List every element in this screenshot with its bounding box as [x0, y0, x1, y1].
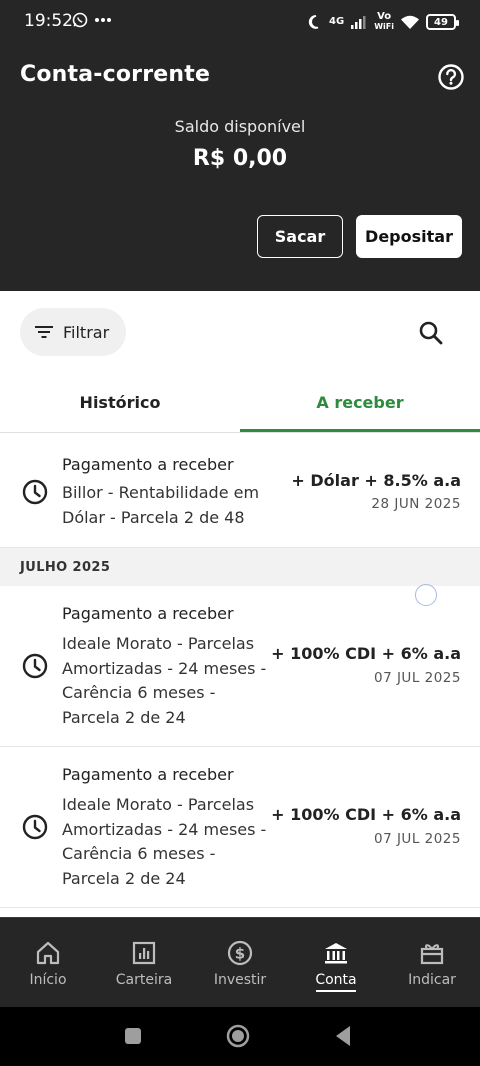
item-date: 28 JUN 2025 [371, 496, 461, 512]
network-type: 4G [329, 16, 345, 27]
clock-icon [22, 653, 48, 679]
item-date: 07 JUL 2025 [373, 670, 461, 686]
item-description: Billor - Rentabilidade em Dólar - Parcel… [62, 483, 260, 527]
chart-icon [132, 941, 156, 965]
status-time: 19:52 [24, 11, 73, 31]
touch-indicator [415, 584, 437, 606]
item-amount: + 100% CDI + 6% a.a [271, 805, 461, 824]
nav-investir[interactable]: $ Investir [192, 918, 288, 1008]
page-title: Conta-corrente [20, 62, 211, 87]
bottom-navigation: Início Carteira $ Investir Conta Indicar [0, 917, 480, 1007]
search-icon[interactable] [418, 320, 444, 346]
whatsapp-icon [72, 12, 88, 28]
moon-icon [308, 15, 319, 29]
system-navigation-bar [0, 1007, 480, 1066]
list-item[interactable]: Pagamento a receber Ideale Morato - Parc… [0, 586, 480, 747]
clock-icon [22, 814, 48, 840]
balance-value: R$ 0,00 [192, 146, 288, 171]
active-tab-indicator [240, 429, 480, 432]
list-item[interactable]: Pagamento a receber Ideale Morato - Parc… [0, 747, 480, 908]
signal-icon [351, 16, 366, 29]
bank-icon [325, 943, 347, 964]
recents-icon[interactable] [124, 1027, 142, 1045]
more-icon [95, 18, 111, 22]
dollar-icon: $ [227, 940, 253, 966]
list-item[interactable]: Pagamento a receber Billor - Rentabilida… [0, 437, 480, 548]
main-content: Filtrar Histórico A receber Pagamento a … [0, 291, 480, 917]
filter-label: Filtrar [63, 322, 110, 342]
nav-carteira[interactable]: Carteira [96, 918, 192, 1008]
tab-historico[interactable]: Histórico [0, 371, 240, 433]
filter-icon [35, 326, 53, 338]
nav-conta[interactable]: Conta [288, 918, 384, 1008]
item-title: Pagamento a receber [62, 765, 234, 784]
active-nav-indicator [316, 990, 356, 992]
item-amount: + Dólar + 8.5% a.a [291, 471, 461, 490]
clock-icon [22, 479, 48, 505]
item-description: Ideale Morato - Parcelas Amortizadas - 2… [62, 634, 267, 727]
wifi-label: WiFi [374, 22, 394, 31]
gift-icon [420, 944, 444, 965]
withdraw-button[interactable]: Sacar [257, 215, 343, 258]
receivables-list: Pagamento a receber Billor - Rentabilida… [0, 437, 480, 908]
item-date: 07 JUL 2025 [373, 831, 461, 847]
filter-button[interactable]: Filtrar [20, 308, 126, 356]
deposit-button[interactable]: Depositar [356, 215, 462, 258]
month-section-header: JULHO 2025 [0, 548, 480, 586]
item-title: Pagamento a receber [62, 455, 234, 474]
account-header: Conta-corrente Saldo disponível R$ 0,00 … [0, 42, 480, 291]
item-description: Ideale Morato - Parcelas Amortizadas - 2… [62, 795, 267, 888]
tab-bar: Histórico A receber [0, 371, 480, 433]
nav-indicar[interactable]: Indicar [384, 918, 480, 1008]
home-button-icon[interactable] [226, 1024, 250, 1048]
volte-label: Vo [377, 11, 392, 22]
nav-inicio[interactable]: Início [0, 918, 96, 1008]
status-bar: 19:52 4G Vo WiFi 49 [0, 0, 480, 42]
battery-icon: 49 [426, 14, 459, 30]
help-icon[interactable] [437, 63, 465, 91]
back-icon[interactable] [334, 1025, 352, 1047]
tab-a-receber[interactable]: A receber [240, 371, 480, 433]
item-title: Pagamento a receber [62, 604, 234, 623]
svg-text:$: $ [235, 945, 245, 963]
home-icon [36, 941, 60, 965]
item-amount: + 100% CDI + 6% a.a [271, 644, 461, 663]
wifi-icon [401, 15, 419, 29]
balance-label: Saldo disponível [174, 117, 306, 136]
